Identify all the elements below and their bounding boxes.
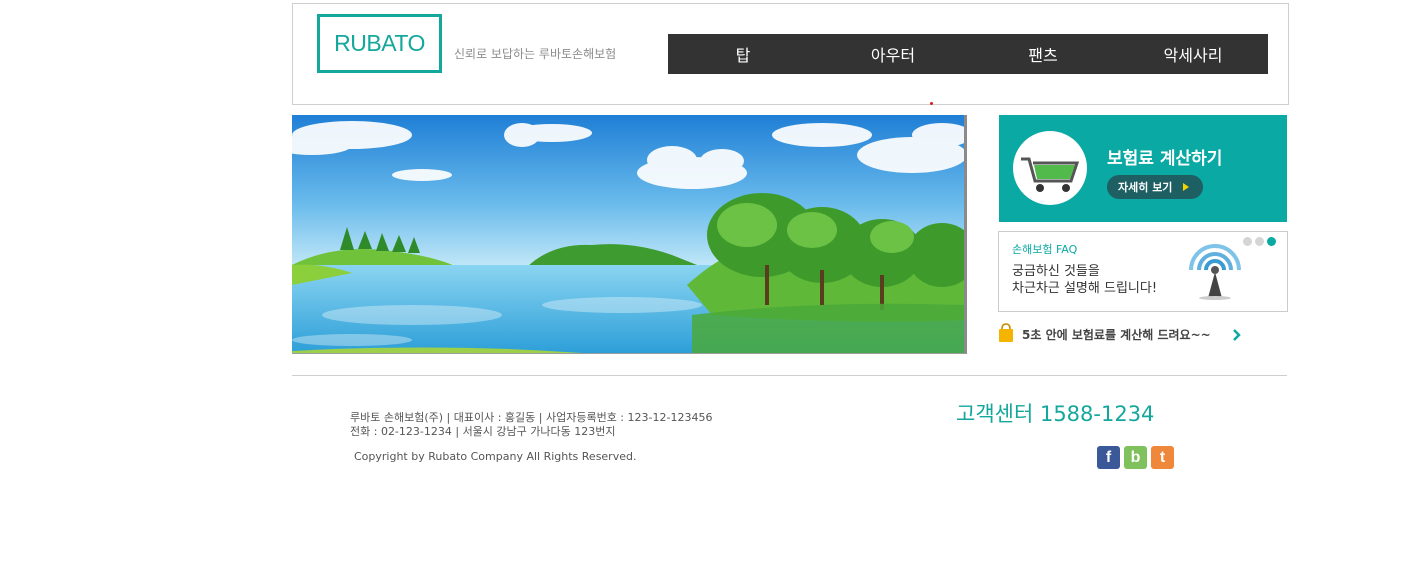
customer-center: 고객센터 1588-1234: [956, 402, 1155, 426]
faq-dot-3[interactable]: [1267, 237, 1276, 246]
nav-item-outer[interactable]: 아우터: [818, 34, 968, 74]
faq-line-1: 궁금하신 것들을: [1012, 264, 1100, 279]
company-info-line-2: 전화 : 02-123-1234 | 서울시 강남구 가나다동 123번지: [350, 425, 616, 438]
faq-dot-2[interactable]: [1255, 237, 1264, 246]
promo-link[interactable]: 5초 안에 보험료를 계산해 드려요~~: [998, 322, 1248, 346]
shopping-bag-icon: [999, 323, 1013, 342]
company-info: 루바토 손해보험(주) | 대표이사 : 홍길동 | 사업자등록번호 : 123…: [350, 411, 712, 439]
logo[interactable]: RUBATO: [317, 14, 442, 73]
broadcast-signal-icon: [1189, 244, 1241, 300]
tagline: 신뢰로 보답하는 루바토손해보험: [454, 47, 617, 61]
premium-calc-panel[interactable]: 보험료 계산하기 자세히 보기: [999, 115, 1287, 222]
faq-dot-1[interactable]: [1243, 237, 1252, 246]
footer-divider: [292, 375, 1287, 376]
lake-landscape-image: [292, 115, 964, 353]
faq-panel[interactable]: 손해보험 FAQ 궁금하신 것들을 차근차근 설명해 드립니다!: [998, 231, 1288, 312]
chevron-right-icon: [1233, 329, 1241, 341]
nav-item-accessories[interactable]: 악세사리: [1118, 34, 1268, 74]
sns-links: f b t: [1097, 446, 1174, 469]
header: RUBATO 신뢰로 보답하는 루바토손해보험 탑 아우터 팬츠 악세사리: [292, 3, 1289, 105]
faq-line-2: 차근차근 설명해 드립니다!: [1012, 281, 1158, 296]
nav-item-pants[interactable]: 팬츠: [968, 34, 1118, 74]
cart-icon-circle: [1013, 131, 1087, 205]
company-info-line-1: 루바토 손해보험(주) | 대표이사 : 홍길동 | 사업자등록번호 : 123…: [350, 411, 713, 424]
details-button[interactable]: 자세히 보기: [1107, 175, 1203, 199]
blog-icon[interactable]: b: [1124, 446, 1147, 469]
logo-text: RUBATO: [334, 30, 425, 56]
play-arrow-icon: [1183, 183, 1189, 191]
faq-text: 궁금하신 것들을 차근차근 설명해 드립니다!: [1012, 263, 1177, 297]
twitter-icon[interactable]: t: [1151, 446, 1174, 469]
facebook-icon[interactable]: f: [1097, 446, 1120, 469]
main-banner: [292, 115, 967, 354]
main-nav: 탑 아우터 팬츠 악세사리: [668, 34, 1268, 74]
faq-title: 손해보험 FAQ: [1012, 243, 1078, 256]
red-dot: [930, 102, 933, 105]
shopping-cart-icon: [1021, 157, 1080, 192]
copyright: Copyright by Rubato Company All Rights R…: [354, 450, 637, 463]
calc-title: 보험료 계산하기: [1107, 149, 1223, 169]
promo-text: 5초 안에 보험료를 계산해 드려요~~: [1022, 328, 1211, 342]
details-button-label: 자세히 보기: [1118, 181, 1173, 194]
faq-pager: [1243, 237, 1276, 246]
nav-item-top[interactable]: 탑: [668, 34, 818, 74]
